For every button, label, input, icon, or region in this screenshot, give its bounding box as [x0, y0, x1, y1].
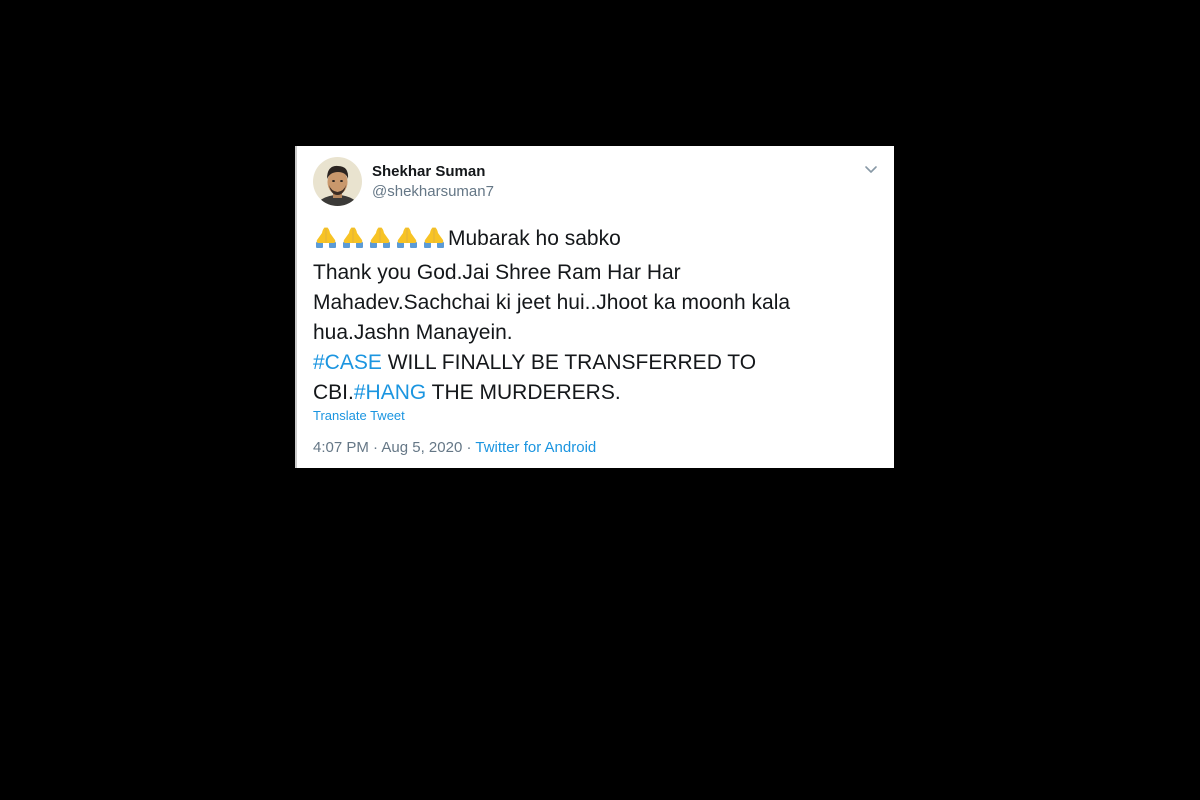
- meta-separator: ·: [462, 439, 476, 456]
- tweet-line-6-text: THE MURDERERS.: [426, 381, 621, 404]
- avatar-photo-icon: [313, 157, 362, 206]
- author-handle[interactable]: @shekharsuman7: [372, 183, 494, 200]
- translate-tweet-link[interactable]: Translate Tweet: [313, 408, 405, 423]
- avatar[interactable]: [313, 157, 362, 206]
- tweet-source-link[interactable]: Twitter for Android: [475, 439, 596, 456]
- tweet-line-5-text: WILL FINALLY BE TRANSFERRED TO: [381, 351, 757, 374]
- folded-hands-emoji: [424, 227, 444, 248]
- tweet-text-greeting: Mubarak ho sabko: [448, 227, 621, 250]
- tweet-text: Mubarak ho sabko Thank you God.Jai Shree…: [313, 224, 873, 408]
- hashtag-hang-link[interactable]: #HANG: [354, 381, 426, 404]
- folded-hands-emoji-row: [313, 225, 448, 258]
- meta-separator: ·: [368, 439, 382, 456]
- tweet-card: Shekhar Suman @shekharsuman7 Mubarak ho …: [295, 146, 894, 468]
- author-display-name[interactable]: Shekhar Suman: [372, 163, 485, 180]
- folded-hands-emoji: [343, 227, 363, 248]
- chevron-down-icon[interactable]: [862, 160, 880, 178]
- tweet-line-6: CBI.#HANG THE MURDERERS.: [313, 378, 873, 408]
- hashtag-case-link[interactable]: #CASE: [313, 351, 382, 374]
- tweet-date[interactable]: Aug 5, 2020: [381, 439, 462, 456]
- screenshot-page: Shekhar Suman @shekharsuman7 Mubarak ho …: [0, 0, 1200, 800]
- tweet-line-3: Mahadev.Sachchai ki jeet hui..Jhoot ka m…: [313, 291, 791, 314]
- tweet-time[interactable]: 4:07 PM: [313, 439, 369, 456]
- tweet-line-1: Mubarak ho sabko: [313, 224, 873, 258]
- folded-hands-emoji: [370, 227, 390, 248]
- tweet-line-6-prefix: CBI.: [313, 381, 354, 404]
- tweet-line-4: hua.Jashn Manayein.: [313, 321, 513, 344]
- tweet-line-2: Thank you God.Jai Shree Ram Har Har: [313, 261, 681, 284]
- tweet-line-5: #CASE WILL FINALLY BE TRANSFERRED TO: [313, 348, 873, 378]
- folded-hands-emoji: [397, 227, 417, 248]
- folded-hands-emoji: [316, 227, 336, 248]
- tweet-meta: 4:07 PM · Aug 5, 2020 · Twitter for Andr…: [313, 439, 596, 456]
